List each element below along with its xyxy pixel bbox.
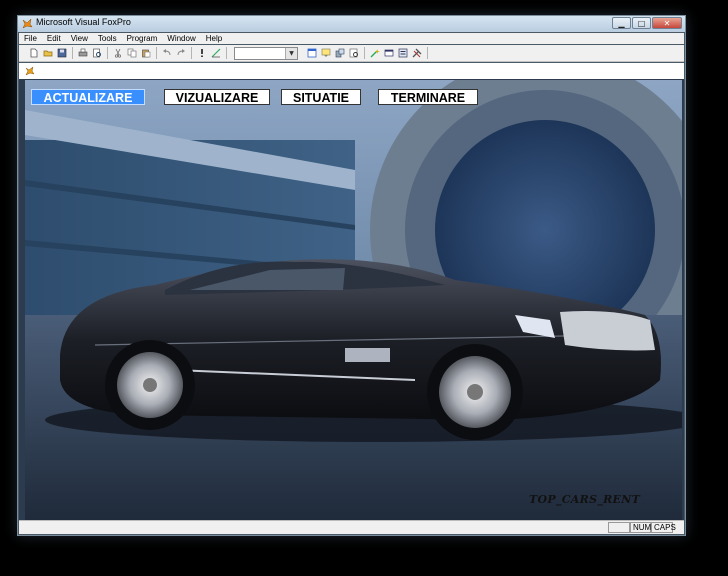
main-client-area: ACTUALIZARE VIZUALIZARE SITUATIE TERMINA… — [19, 63, 684, 520]
company-signature: TOP_CARS_RENT — [529, 493, 641, 506]
menu-view[interactable]: View — [66, 33, 93, 44]
undo-icon[interactable] — [162, 48, 172, 58]
application-window: Microsoft Visual FoxPro ▁ □ ✕ File Edit … — [17, 15, 686, 536]
vizualizare-button[interactable]: VIZUALIZARE — [164, 89, 270, 105]
num-lock-indicator: NUM — [630, 522, 651, 533]
toolbar-separator — [427, 47, 428, 59]
run-icon[interactable] — [197, 48, 207, 58]
menu-file[interactable]: File — [19, 33, 42, 44]
form-designer-icon[interactable] — [384, 48, 394, 58]
menu-window[interactable]: Window — [162, 33, 200, 44]
caps-lock-indicator: CAPS — [651, 522, 676, 533]
print-icon[interactable] — [78, 48, 88, 58]
close-button[interactable]: ✕ — [652, 17, 682, 29]
actualizare-button[interactable]: ACTUALIZARE — [31, 89, 145, 105]
class-browser-icon[interactable] — [398, 48, 408, 58]
new-file-icon[interactable] — [29, 48, 39, 58]
chevron-down-icon[interactable]: ▼ — [285, 48, 297, 59]
paste-icon[interactable] — [141, 48, 151, 58]
command-window-icon[interactable] — [307, 48, 317, 58]
copy-icon[interactable] — [127, 48, 137, 58]
standard-toolbar: ▼ — [19, 45, 684, 62]
menu-help[interactable]: Help — [201, 33, 227, 44]
foxpro-logo-icon — [22, 18, 33, 29]
toolbar-separator — [191, 47, 192, 59]
terminare-button[interactable]: TERMINARE — [378, 89, 478, 105]
toolbar-separator — [107, 47, 108, 59]
database-designer-icon[interactable] — [335, 48, 345, 58]
maximize-button[interactable]: □ — [632, 17, 651, 29]
toolbar-separator — [226, 47, 227, 59]
menu-edit[interactable]: Edit — [42, 33, 66, 44]
title-bar[interactable]: Microsoft Visual FoxPro ▁ □ ✕ — [18, 16, 685, 32]
car-background-image — [25, 80, 682, 520]
minimize-button[interactable]: ▁ — [612, 17, 631, 29]
database-combo[interactable]: ▼ — [234, 47, 298, 60]
tools-icon[interactable] — [412, 48, 422, 58]
menu-bar: File Edit View Tools Program Window Help — [19, 33, 684, 44]
cut-icon[interactable] — [113, 48, 123, 58]
open-folder-icon[interactable] — [43, 48, 53, 58]
print-preview-icon[interactable] — [92, 48, 102, 58]
report-preview-icon[interactable] — [349, 48, 359, 58]
toolbar-separator — [156, 47, 157, 59]
situatie-button[interactable]: SITUATIE — [281, 89, 361, 105]
status-bar: NUM CAPS — [19, 520, 684, 534]
wizard-icon[interactable] — [370, 48, 380, 58]
toolbar-separator — [72, 47, 73, 59]
modify-form-icon[interactable] — [211, 48, 221, 58]
redo-icon[interactable] — [176, 48, 186, 58]
menu-tools[interactable]: Tools — [93, 33, 122, 44]
foxpro-logo-icon — [25, 66, 35, 76]
status-panel-empty — [608, 522, 630, 533]
save-icon[interactable] — [57, 48, 67, 58]
form-title-bar — [19, 63, 684, 79]
menu-program[interactable]: Program — [122, 33, 163, 44]
toolbar-separator — [364, 47, 365, 59]
data-session-icon[interactable] — [321, 48, 331, 58]
window-title: Microsoft Visual FoxPro — [36, 17, 131, 27]
